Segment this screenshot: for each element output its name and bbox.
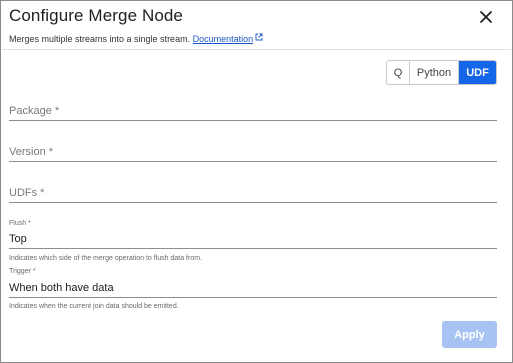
trigger-helper-text: Indicates when the current join data sho… [9, 303, 179, 310]
udfs-label: UDFs * [9, 187, 45, 199]
configure-merge-node-dialog: Configure Merge Node Merges multiple str… [0, 0, 513, 363]
version-underline [9, 161, 497, 162]
apply-button[interactable]: Apply [442, 321, 497, 348]
flush-underline [9, 248, 497, 249]
trigger-value[interactable]: When both have data [9, 282, 114, 294]
flush-field[interactable]: Flush * Top Indicates which side of the … [9, 220, 497, 266]
flush-helper-text: Indicates which side of the merge operat… [9, 255, 202, 262]
package-underline [9, 120, 497, 121]
close-button[interactable] [476, 7, 496, 27]
udfs-field[interactable]: UDFs * [9, 183, 497, 203]
external-link-icon [255, 33, 263, 41]
version-label: Version * [9, 146, 54, 158]
dialog-title: Configure Merge Node [9, 6, 183, 25]
toggle-python[interactable]: Python [410, 61, 459, 84]
flush-label: Flush * [9, 220, 31, 227]
package-field[interactable]: Package * [9, 101, 497, 121]
toggle-q[interactable]: Q [387, 61, 410, 84]
dialog-description-row: Merges multiple streams into a single st… [9, 33, 263, 44]
language-toggle-group: Q Python UDF [386, 60, 497, 85]
close-icon [480, 11, 492, 23]
dialog-description: Merges multiple streams into a single st… [9, 34, 191, 44]
trigger-field[interactable]: Trigger * When both have data Indicates … [9, 268, 497, 314]
toggle-udf[interactable]: UDF [459, 61, 496, 84]
version-field[interactable]: Version * [9, 142, 497, 162]
header-divider [2, 49, 511, 50]
trigger-label: Trigger * [9, 268, 36, 275]
udfs-underline [9, 202, 497, 203]
documentation-link[interactable]: Documentation [193, 34, 254, 44]
flush-value[interactable]: Top [9, 233, 27, 245]
trigger-underline [9, 297, 497, 298]
package-label: Package * [9, 105, 60, 117]
